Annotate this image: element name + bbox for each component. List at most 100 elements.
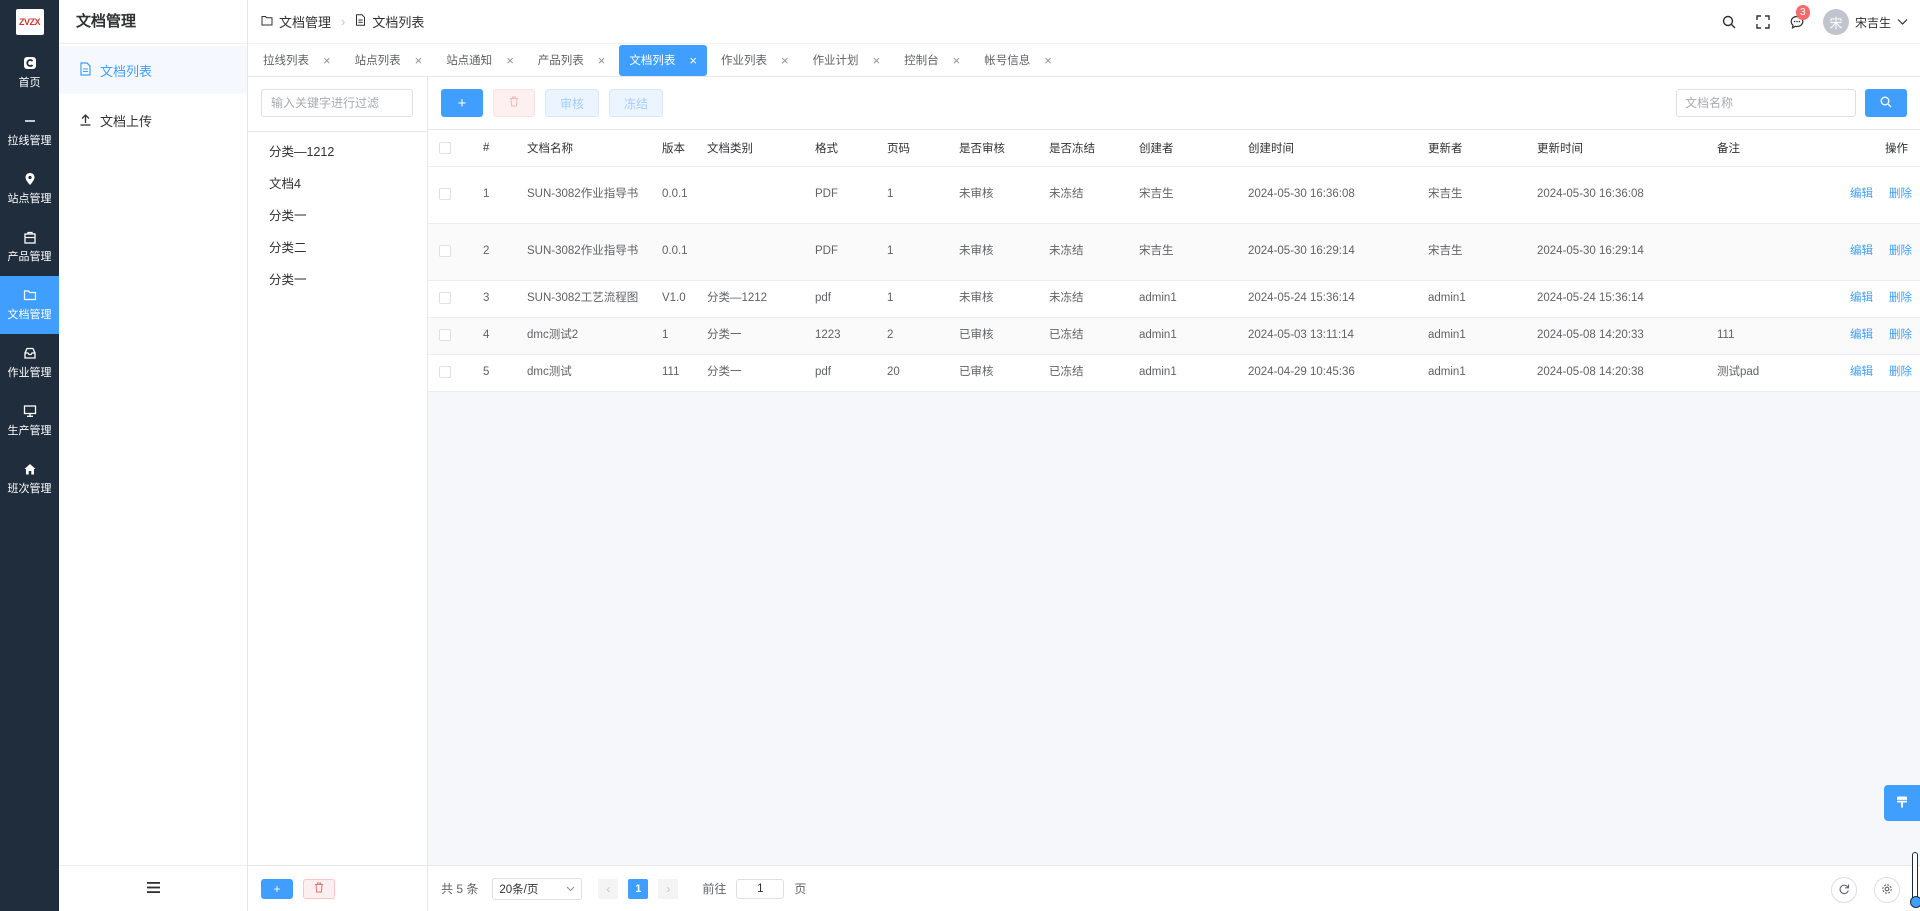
add-document-button[interactable]: + xyxy=(441,89,483,117)
rail-item-document[interactable]: 文档管理 xyxy=(0,276,59,334)
close-icon[interactable]: × xyxy=(1044,53,1052,68)
edit-link[interactable]: 编辑 xyxy=(1850,245,1873,257)
submenu-item-document-upload[interactable]: 文档上传 xyxy=(59,96,247,144)
search-icon[interactable] xyxy=(1721,14,1737,30)
chevron-down-icon xyxy=(1897,15,1908,29)
edit-link[interactable]: 编辑 xyxy=(1850,329,1873,341)
rail-item-job[interactable]: 作业管理 xyxy=(0,334,59,392)
freeze-button[interactable]: 冻结 xyxy=(609,89,663,117)
category-filter-input[interactable] xyxy=(261,89,413,117)
tab-account-info[interactable]: 帐号信息 × xyxy=(974,45,1062,76)
collapse-menu-button[interactable] xyxy=(59,865,247,911)
category-item[interactable]: 分类—1212 xyxy=(248,136,427,168)
delete-category-button[interactable] xyxy=(303,878,335,899)
tab-label: 拉线列表 xyxy=(263,55,309,67)
delete-link[interactable]: 删除 xyxy=(1889,245,1912,257)
category-item[interactable]: 分类一 xyxy=(248,200,427,232)
audit-button[interactable]: 审核 xyxy=(545,89,599,117)
rail-item-home[interactable]: 首页 xyxy=(0,44,59,102)
rail-item-shift[interactable]: 班次管理 xyxy=(0,450,59,508)
chevron-left-icon: ‹ xyxy=(606,881,611,896)
tab-product-list[interactable]: 产品列表 × xyxy=(528,45,616,76)
column-settings-button[interactable] xyxy=(1874,877,1900,903)
document-main: + 审核 冻结 # 文档名称 版本 文档类别 格式 页码 是否审核 是 xyxy=(428,77,1920,911)
document-name-search-input[interactable] xyxy=(1676,89,1856,117)
cell-name: SUN-3082工艺流程图 xyxy=(527,280,662,318)
row-checkbox[interactable] xyxy=(439,365,451,378)
close-icon[interactable]: × xyxy=(873,53,881,68)
rail-item-line[interactable]: 拉线管理 xyxy=(0,102,59,160)
close-icon[interactable]: × xyxy=(415,53,423,68)
cell-updated: 2024-05-24 15:36:14 xyxy=(1537,280,1717,318)
tab-job-plan[interactable]: 作业计划 × xyxy=(803,45,891,76)
submenu-item-document-list[interactable]: 文档列表 xyxy=(59,46,247,94)
chevron-right-icon: › xyxy=(341,14,346,29)
row-checkbox[interactable] xyxy=(439,291,451,304)
breadcrumb-item[interactable]: 文档管理 xyxy=(279,12,331,31)
trash-icon xyxy=(314,882,324,896)
cell-format: pdf xyxy=(815,354,887,392)
tab-job-list[interactable]: 作业列表 × xyxy=(711,45,799,76)
page-size-select[interactable]: 20条/页 xyxy=(492,877,583,900)
table-row[interactable]: 1 SUN-3082作业指导书 0.0.1 PDF 1 未审核 未冻结 宋吉生 … xyxy=(428,166,1920,224)
tab-station-list[interactable]: 站点列表 × xyxy=(345,45,433,76)
refresh-button[interactable] xyxy=(1831,877,1857,903)
column-header: 是否冻结 xyxy=(1049,130,1139,167)
cell-created: 2024-05-30 16:29:14 xyxy=(1248,223,1428,281)
brush-icon xyxy=(1895,795,1909,812)
select-all-checkbox[interactable] xyxy=(439,141,451,154)
category-item[interactable]: 分类二 xyxy=(248,232,427,264)
tab-label: 站点列表 xyxy=(354,55,401,67)
rail-label: 班次管理 xyxy=(7,483,52,495)
edit-link[interactable]: 编辑 xyxy=(1850,188,1873,200)
message-icon[interactable]: 3 xyxy=(1789,5,1810,30)
row-checkbox[interactable] xyxy=(439,328,451,341)
cell-audited: 未审核 xyxy=(959,280,1049,318)
page-number-current[interactable]: 1 xyxy=(628,878,649,899)
close-icon[interactable]: × xyxy=(506,53,514,68)
edit-link[interactable]: 编辑 xyxy=(1850,292,1873,304)
cell-frozen: 已冻结 xyxy=(1049,317,1139,355)
close-icon[interactable]: × xyxy=(689,53,697,68)
icon-rail: ZVZX 首页 拉线管理 站点管理 产品管理 文档管理 作业管理 生产管理 班次… xyxy=(0,0,59,911)
delete-link[interactable]: 删除 xyxy=(1889,188,1912,200)
fullscreen-icon[interactable] xyxy=(1755,14,1771,30)
cell-updater: 宋吉生 xyxy=(1428,223,1537,281)
cell-category xyxy=(707,223,815,281)
delete-link[interactable]: 删除 xyxy=(1889,366,1912,378)
user-menu[interactable]: 宋 宋吉生 xyxy=(1822,9,1908,35)
cell-pages: 1 xyxy=(887,280,959,318)
search-button[interactable] xyxy=(1865,89,1907,117)
rail-item-product[interactable]: 产品管理 xyxy=(0,218,59,276)
submenu-label: 文档上传 xyxy=(100,113,153,129)
category-item[interactable]: 文档4 xyxy=(248,168,427,200)
close-icon[interactable]: × xyxy=(953,53,961,68)
delete-link[interactable]: 删除 xyxy=(1889,329,1912,341)
tab-console[interactable]: 控制台 × xyxy=(894,45,970,76)
table-row[interactable]: 3 SUN-3082工艺流程图 V1.0 分类—1212 pdf 1 未审核 未… xyxy=(428,280,1920,318)
row-checkbox[interactable] xyxy=(439,187,451,200)
floating-tool-button[interactable] xyxy=(1884,785,1920,821)
add-category-button[interactable]: + xyxy=(261,878,293,899)
edit-link[interactable]: 编辑 xyxy=(1850,366,1873,378)
rail-item-station[interactable]: 站点管理 xyxy=(0,160,59,218)
app-logo[interactable]: ZVZX xyxy=(0,0,59,44)
close-icon[interactable]: × xyxy=(323,53,331,68)
table-row[interactable]: 5 dmc测试 111 分类一 pdf 20 已审核 已冻结 admin1 20… xyxy=(428,354,1920,392)
table-row[interactable]: 2 SUN-3082作业指导书 0.0.1 PDF 1 未审核 未冻结 宋吉生 … xyxy=(428,223,1920,281)
table-row[interactable]: 4 dmc测试2 1 分类一 1223 2 已审核 已冻结 admin1 202… xyxy=(428,317,1920,355)
tab-station-notice[interactable]: 站点通知 × xyxy=(436,45,524,76)
next-page-button[interactable]: › xyxy=(658,878,679,899)
delete-document-button[interactable] xyxy=(493,89,535,117)
close-icon[interactable]: × xyxy=(781,53,789,68)
close-icon[interactable]: × xyxy=(598,53,606,68)
goto-page-input[interactable] xyxy=(736,878,785,899)
rail-item-production[interactable]: 生产管理 xyxy=(0,392,59,450)
tab-line-list[interactable]: 拉线列表 × xyxy=(253,45,341,76)
notification-badge: 3 xyxy=(1795,5,1810,20)
tab-document-list[interactable]: 文档列表 × xyxy=(619,44,707,76)
row-checkbox[interactable] xyxy=(439,244,451,257)
delete-link[interactable]: 删除 xyxy=(1889,292,1912,304)
category-item[interactable]: 分类一 xyxy=(248,264,427,296)
prev-page-button[interactable]: ‹ xyxy=(598,878,619,899)
